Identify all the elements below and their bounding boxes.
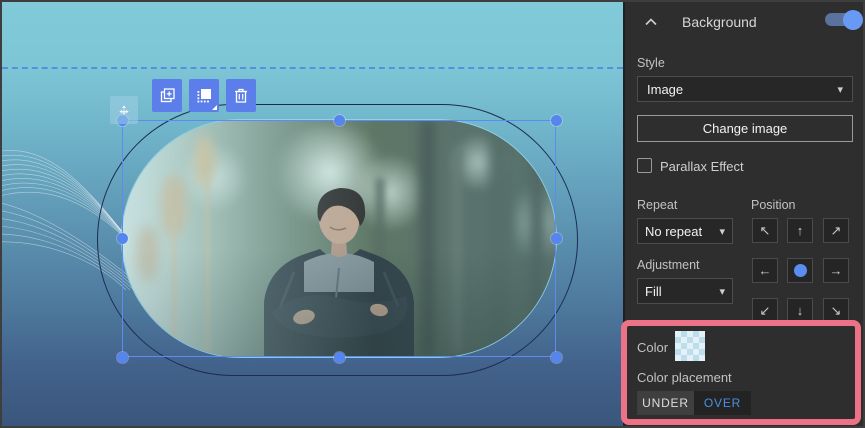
arrow-left-icon: ← [758,263,772,278]
placement-over-button[interactable]: OVER [694,391,751,415]
resize-handle-top-center[interactable] [334,115,345,126]
duplicate-icon [160,88,175,103]
position-right-button[interactable]: → [823,258,849,283]
chevron-down-icon: ▾ [719,225,725,238]
parallax-checkbox[interactable] [637,158,652,173]
position-bottom-left-button[interactable]: ↙ [752,298,778,323]
trash-icon [235,88,247,103]
color-placement-label: Color placement [637,370,732,385]
style-value: Image [647,81,684,97]
arrow-up-right-icon: ↗ [830,222,842,238]
repeat-dropdown[interactable]: No repeat ▾ [637,218,733,244]
arrow-down-left-icon: ↙ [759,302,771,318]
move-handle[interactable]: ↔ ↕ [110,96,138,124]
arrow-down-icon: ↓ [796,303,804,318]
resize-handle-bottom-right[interactable] [551,352,562,363]
selection-box [122,120,556,357]
parallax-label: Parallax Effect [660,159,744,174]
change-design-button[interactable] [189,79,219,112]
position-label: Position [751,198,796,212]
position-bottom-button[interactable]: ↓ [787,298,813,323]
position-top-left-button[interactable]: ↖ [752,218,778,243]
color-label: Color [637,340,669,355]
chevron-down-icon: ▾ [837,83,843,96]
repeat-label: Repeat [637,198,678,212]
repeat-value: No repeat [645,223,703,239]
toggle-knob [843,9,863,30]
adjustment-dropdown[interactable]: Fill ▾ [637,278,733,304]
chevron-down-icon: ▾ [719,285,725,298]
resize-handle-middle-left[interactable] [117,233,128,244]
style-label: Style [637,56,665,70]
style-dropdown[interactable]: Image ▾ [637,76,853,102]
placement-under-button[interactable]: UNDER [637,391,694,415]
selected-position-dot [793,264,807,277]
section-divider-guide [2,67,623,69]
background-settings-panel: Background Style Image ▾ Change image Pa… [623,2,863,426]
adjustment-label: Adjustment [637,258,700,272]
move-icon: ↔ ↕ [116,101,132,118]
arrow-down-right-icon: ↘ [830,302,842,318]
resize-handle-middle-right[interactable] [551,233,562,244]
position-bottom-right-button[interactable]: ↘ [823,298,849,323]
adjustment-value: Fill [645,283,662,299]
screenshot-frame: ↔ ↕ Background Style Image ▾ Change imag… [0,0,865,428]
arrow-up-icon: ↑ [796,223,804,238]
delete-button[interactable] [226,79,256,112]
position-left-button[interactable]: ← [752,258,778,283]
color-swatch[interactable] [675,331,705,361]
resize-handle-bottom-left[interactable] [117,352,128,363]
arrow-up-left-icon: ↖ [759,222,771,238]
flyout-indicator [212,105,217,110]
change-design-icon [197,89,211,103]
position-center-button[interactable] [787,258,813,283]
arrow-right-icon: → [829,263,843,278]
duplicate-button[interactable] [152,79,182,112]
resize-handle-bottom-center[interactable] [334,352,345,363]
chevron-up-icon [645,18,657,26]
change-image-button[interactable]: Change image [637,115,853,142]
background-toggle[interactable] [825,9,863,30]
collapse-panel-button[interactable] [645,13,661,29]
position-top-right-button[interactable]: ↗ [823,218,849,243]
editor-canvas[interactable]: ↔ ↕ [2,2,623,426]
position-top-button[interactable]: ↑ [787,218,813,243]
resize-handle-top-right[interactable] [551,115,562,126]
panel-title: Background [682,14,757,30]
